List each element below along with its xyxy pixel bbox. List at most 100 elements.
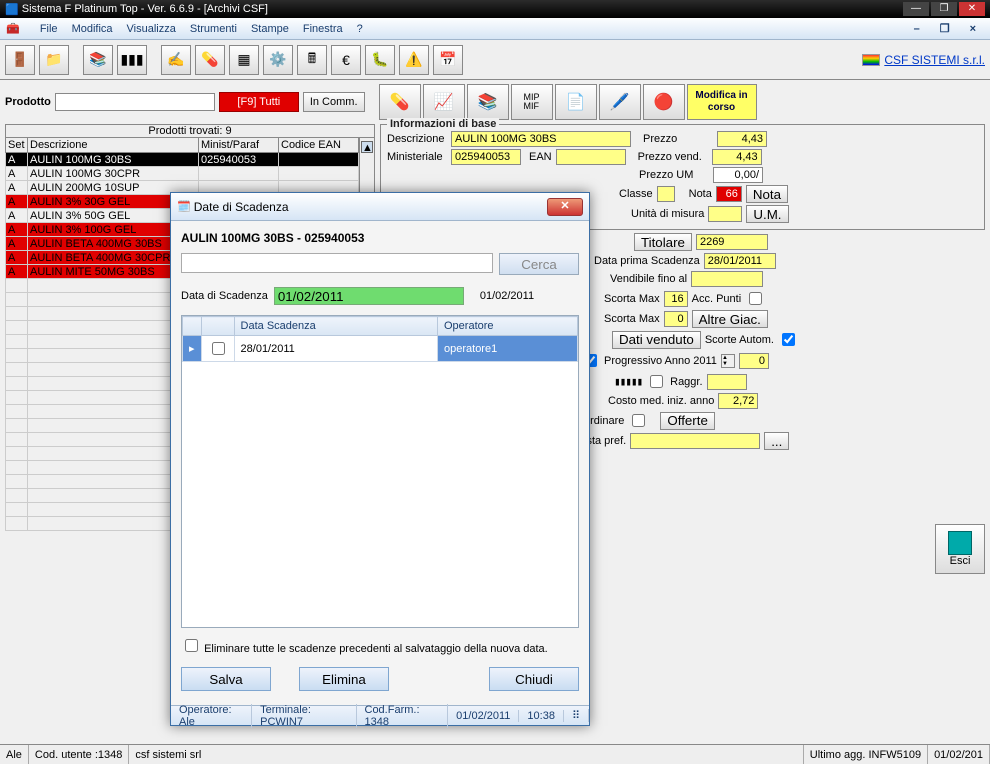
esci-button[interactable]: Esci [935,524,985,574]
tool-pills-icon[interactable]: 💊 [195,45,225,75]
descr-field[interactable]: AULIN 100MG 30BS [451,131,631,147]
scadenza-row[interactable]: ▸ 28/01/2011 operatore1 [183,336,578,362]
prodotto-input[interactable] [55,93,215,111]
scadenze-grid[interactable]: Data Scadenza Operatore ▸ 28/01/2011 ope… [181,315,579,628]
dps-field[interactable]: 28/01/2011 [704,253,776,269]
status-cod-utente: Cod. utente :1348 [29,745,129,764]
tool-gears-icon[interactable]: ⚙️ [263,45,293,75]
raggr-checkbox[interactable] [650,375,663,388]
elimina-precedenti-checkbox[interactable] [185,639,198,652]
tool-calendar-icon[interactable]: 📅 [433,45,463,75]
in-comm-button[interactable]: In Comm. [303,92,365,112]
col-desc[interactable]: Descrizione [28,138,199,153]
col-data-scadenza[interactable]: Data Scadenza [234,317,437,336]
um-field[interactable] [708,206,742,222]
col-set[interactable]: Set [6,138,28,153]
classe-field[interactable] [657,186,675,202]
mdi-restore[interactable]: ❐ [940,22,950,35]
raggr-field[interactable] [707,374,747,390]
st-time: 10:38 [519,710,564,722]
tool-euro-icon[interactable]: € [331,45,361,75]
dati-venduto-button[interactable]: Dati venduto [612,331,701,349]
titolare-field[interactable]: 2269 [696,234,768,250]
resize-grip-icon[interactable]: ⠿ [564,709,589,722]
menu-visualizza[interactable]: Visualizza [127,23,176,35]
row-checkbox[interactable] [212,342,225,355]
um-button[interactable]: U.M. [746,205,788,223]
nota-label: Nota [689,188,712,200]
smax2-label: Scorta Max [604,313,660,325]
tool-edit-icon[interactable]: ✍️ [161,45,191,75]
vendor-link[interactable]: CSF SISTEMI s.r.l. [862,53,985,67]
scroll-up-icon[interactable]: ▲ [361,141,373,153]
smax-field[interactable]: 16 [664,291,688,307]
close-button[interactable]: ✕ [959,2,985,16]
f9-tutti-button[interactable]: [F9] Tutti [219,92,299,112]
fn-pills-icon[interactable]: 💊 [379,84,421,120]
lista-pref-browse[interactable]: ... [764,432,789,450]
menu-finestra[interactable]: Finestra [303,23,343,35]
main-statusbar: Ale Cod. utente :1348 csf sistemi srl Ul… [0,744,990,764]
ean-field[interactable] [556,149,626,165]
tool-exit-icon[interactable]: 🚪 [5,45,35,75]
chiudi-button[interactable]: Chiudi [489,667,579,691]
nota-field[interactable]: 66 [716,186,742,202]
smax2-field[interactable]: 0 [664,311,688,327]
fn-graph-icon[interactable]: 📈 [423,84,465,120]
col-operatore[interactable]: Operatore [438,317,578,336]
col-ean[interactable]: Codice EAN [279,138,359,153]
prezzov-field[interactable]: 4,43 [712,149,762,165]
cerca-button[interactable]: Cerca [499,253,579,275]
fn-mip-icon[interactable]: MIPMIF [511,84,553,120]
prezzoum-field[interactable]: 0,00/ [713,167,763,183]
status-ultimo-agg: Ultimo agg. INFW5109 [804,745,928,764]
menu-modifica[interactable]: Modifica [72,23,113,35]
table-row[interactable]: AAULIN 100MG 30BS025940053 [6,153,359,167]
fn-copy-icon[interactable]: 📄 [555,84,597,120]
prezzo-field[interactable]: 4,43 [717,131,767,147]
ordinare-label: ordinare [584,415,624,427]
ordinare-checkbox[interactable] [632,414,645,427]
minist-field[interactable]: 025940053 [451,149,521,165]
minimize-button[interactable]: — [903,2,929,16]
offerte-button[interactable]: Offerte [660,412,715,430]
fn-books-icon[interactable]: 📚 [467,84,509,120]
menu-stampe[interactable]: Stampe [251,23,289,35]
elimina-button[interactable]: Elimina [299,667,389,691]
vfa-field[interactable] [691,271,763,287]
st-terminale: Terminale: PCWIN7 [252,704,356,728]
fn-alert-icon[interactable]: 🔴 [643,84,685,120]
lista-pref-field[interactable] [630,433,760,449]
menu-strumenti[interactable]: Strumenti [190,23,237,35]
salva-button[interactable]: Salva [181,667,271,691]
altre-giac-button[interactable]: Altre Giac. [692,310,768,328]
tool-calc-icon[interactable]: 🖩 [297,45,327,75]
menu-file[interactable]: File [40,23,58,35]
data-scadenza-input[interactable] [274,287,464,305]
fn-pen-icon[interactable]: 🖊️ [599,84,641,120]
nota-button[interactable]: Nota [746,185,788,203]
prog-field[interactable]: 0 [739,353,769,369]
scorte-autom-checkbox[interactable] [782,333,795,346]
st-operatore: Operatore: Ale [171,704,252,728]
col-minist[interactable]: Minist/Paraf [199,138,279,153]
tool-bug-icon[interactable]: 🐛 [365,45,395,75]
tool-books-icon[interactable]: 📚 [83,45,113,75]
dialog-search-input[interactable] [181,253,493,273]
lista-pref-label: ista pref. [584,435,626,447]
mdi-close[interactable]: × [970,23,976,35]
data-scadenza-label: Data di Scadenza [181,290,268,302]
tool-warn-icon[interactable]: ⚠️ [399,45,429,75]
accp-checkbox[interactable] [749,292,762,305]
maximize-button[interactable]: ❐ [931,2,957,16]
menu-help[interactable]: ? [357,23,363,35]
costo-field[interactable]: 2,72 [718,393,758,409]
products-found-label: Prodotti trovati: 9 [5,124,375,137]
tool-table-icon[interactable]: ▦ [229,45,259,75]
table-row[interactable]: AAULIN 100MG 30CPR [6,167,359,181]
dialog-close-button[interactable]: ✕ [547,198,583,216]
tool-archive-icon[interactable]: 📁 [39,45,69,75]
mdi-minimize[interactable]: – [914,23,920,35]
titolare-button[interactable]: Titolare [634,233,692,251]
tool-barcode-icon[interactable]: ▮▮▮ [117,45,147,75]
